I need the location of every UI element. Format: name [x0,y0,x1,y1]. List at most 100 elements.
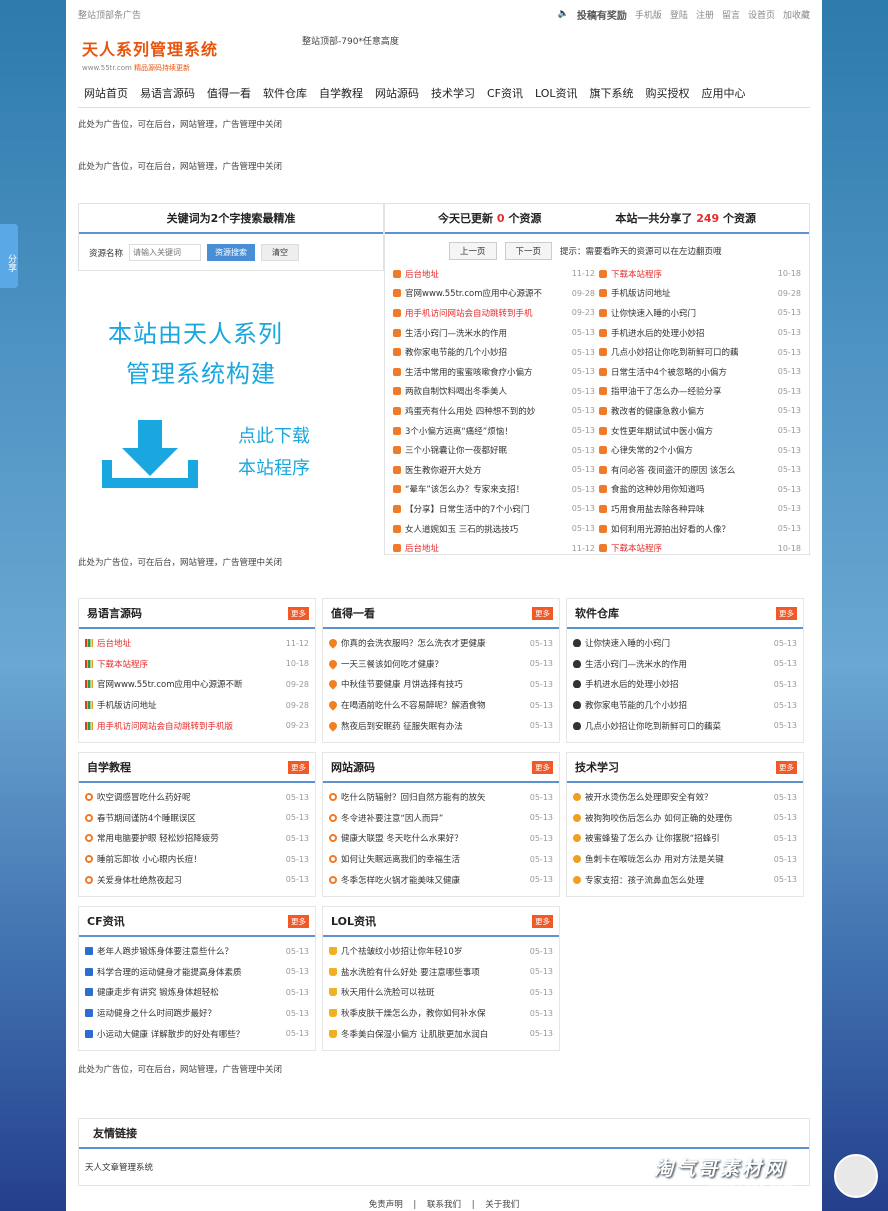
list-item[interactable]: 专家支招：孩子流鼻血怎么处理 05-13 [573,869,797,890]
update-item[interactable]: 女人道婉如玉 三石的挑选技巧 05-13 [393,519,595,539]
update-item[interactable]: 如何利用光源拍出好看的人像？ 05-13 [599,519,801,539]
list-item[interactable]: 手机版访问地址 09-28 [85,695,309,716]
update-item[interactable]: 几点小妙招让你吃到新鲜可口的藕 05-13 [599,342,801,362]
update-item[interactable]: 用手机访问网站会自动跳转到手机 09-23 [393,303,595,323]
update-item[interactable]: 食盐的这种妙用你知道吗 05-13 [599,480,801,500]
list-item[interactable]: 秋天用什么洗脸可以祛斑 05-13 [329,982,553,1003]
list-item[interactable]: 小运动大健康 详解散步的好处有哪些？ 05-13 [85,1023,309,1044]
list-item[interactable]: 被开水烫伤怎么处理即安全有效？ 05-13 [573,787,797,808]
list-item[interactable]: 如何让失眠远离我们的幸福生活 05-13 [329,849,553,870]
list-item[interactable]: 健康大联盟 冬天吃什么水果好？ 05-13 [329,828,553,849]
list-item[interactable]: 手机进水后的处理小妙招 05-13 [573,674,797,695]
more-button[interactable]: 更多 [532,606,553,620]
nav-item-9[interactable]: 旗下系统 [584,85,640,101]
list-item[interactable]: 冬季美白保湿小偏方 让肌肤更加水润白 05-13 [329,1023,553,1044]
list-item[interactable]: 后台地址 11-12 [85,633,309,654]
list-item[interactable]: 被狗狗咬伤后怎么办 如何正确的处理伤 05-13 [573,808,797,829]
update-item[interactable]: 【分享】日常生活中的7个小窍门 05-13 [393,499,595,519]
nav-item-5[interactable]: 网站源码 [369,85,425,101]
list-item[interactable]: 老年人跑步锻炼身体要注意些什么？ 05-13 [85,941,309,962]
nav-item-4[interactable]: 自学教程 [313,85,369,101]
more-button[interactable]: 更多 [288,760,309,774]
list-item[interactable]: 春节期间谨防4个睡眠误区 05-13 [85,808,309,829]
update-item[interactable]: 三个小锦囊让你一夜都好眠 05-13 [393,440,595,460]
more-button[interactable]: 更多 [288,606,309,620]
update-item[interactable]: 女性更年期试试中医小偏方 05-13 [599,421,801,441]
list-item[interactable]: 秋季皮肤干燥怎么办，教你如何补水保 05-13 [329,1003,553,1024]
search-button[interactable]: 资源搜索 [207,244,256,261]
promo-banner[interactable]: 本站由天人系列 管理系统构建 点此下载 本站程序 [78,292,370,502]
footer-contact[interactable]: 联系我们 [427,1200,461,1210]
list-item[interactable]: 生活小窍门—洗米水的作用 05-13 [573,654,797,675]
update-item[interactable]: 教你家电节能的几个小妙招 05-13 [393,342,595,362]
update-item[interactable]: 巧用食用盐去除各种异味 05-13 [599,499,801,519]
top-link-register[interactable]: 注册 [696,8,714,21]
share-tab[interactable]: 分享 [0,224,18,288]
update-item[interactable]: 后台地址 11-12 [393,538,595,558]
update-item[interactable]: 官网www.55tr.com应用中心源源不 09-28 [393,284,595,304]
list-item[interactable]: 一天三餐该如何吃才健康？ 05-13 [329,654,553,675]
clear-button[interactable]: 清空 [261,244,300,261]
update-item[interactable]: 下载本站程序 10-18 [599,538,801,558]
update-item[interactable]: 指甲油干了怎么办—经验分享 05-13 [599,382,801,402]
more-button[interactable]: 更多 [288,914,309,928]
nav-item-3[interactable]: 软件仓库 [257,85,313,101]
nav-item-2[interactable]: 值得一看 [201,85,257,101]
ad-slot-3[interactable]: 此处为广告位，可在后台，网站管理，广告管理中关闭 [66,556,294,568]
ad-slot-1[interactable]: 此处为广告位，可在后台，网站管理，广告管理中关闭 [66,118,822,130]
update-item[interactable]: 手机版访问地址 09-28 [599,284,801,304]
more-button[interactable]: 更多 [776,760,797,774]
list-item[interactable]: 用手机访问网站会自动跳转到手机版 09-23 [85,715,309,736]
list-item[interactable]: 被蜜蜂蛰了怎么办 让你摆脱“招蜂引 05-13 [573,828,797,849]
list-item[interactable]: 鱼刺卡在喉咙怎么办 用对方法是关键 05-13 [573,849,797,870]
nav-item-0[interactable]: 网站首页 [78,85,134,101]
nav-item-7[interactable]: CF资讯 [481,85,529,101]
section-title[interactable]: 网站源码 [331,759,375,775]
list-item[interactable]: 健康走步有讲究 锻炼身体超轻松 05-13 [85,982,309,1003]
more-button[interactable]: 更多 [776,606,797,620]
list-item[interactable]: 在喝酒前吃什么不容易醉呢？解酒食物 05-13 [329,695,553,716]
section-title[interactable]: 软件仓库 [575,605,619,621]
update-item[interactable]: 鸡蛋壳有什么用处 四种想不到的妙 05-13 [393,401,595,421]
section-title[interactable]: CF资讯 [87,913,125,929]
header-ad[interactable]: 整站顶部-790*任意高度 [302,34,399,47]
list-item[interactable]: 吹空调感冒吃什么药好呢 05-13 [85,787,309,808]
ad-slot-2[interactable]: 此处为广告位，可在后台，网站管理，广告管理中关闭 [66,160,822,172]
nav-item-6[interactable]: 技术学习 [425,85,481,101]
logo[interactable]: 天人系列管理系统 www.55tr.com 精品源码持续更新 [82,36,218,73]
update-item[interactable]: 生活小窍门—洗米水的作用 05-13 [393,323,595,343]
list-item[interactable]: 睡前忘卸妆 小心眼内长痘！ 05-13 [85,849,309,870]
section-title[interactable]: 易语言源码 [87,605,142,621]
update-item[interactable]: 教改者的健康急救小偏方 05-13 [599,401,801,421]
update-item[interactable]: 生活中常用的蜜蜜咳嗽食疗小偏方 05-13 [393,362,595,382]
top-ad[interactable]: 整站顶部条广告 [78,8,141,21]
section-title[interactable]: LOL资讯 [331,913,376,929]
update-item[interactable]: 手机进水后的处理小妙招 05-13 [599,323,801,343]
update-item[interactable]: 心律失常的2个小偏方 05-13 [599,440,801,460]
list-item[interactable]: 冬令进补要注意“因人而异” 05-13 [329,808,553,829]
list-item[interactable]: 关爱身体杜绝熬夜起习 05-13 [85,869,309,890]
update-item[interactable]: 有问必答 夜间盗汗的原因 该怎么 05-13 [599,460,801,480]
nav-item-11[interactable]: 应用中心 [696,85,752,101]
list-item[interactable]: 吃什么防辐射？回归自然方能有的放矢 05-13 [329,787,553,808]
contribute-link[interactable]: 投稿有奖励 [577,7,627,22]
list-item[interactable]: 运动健身之什么时间跑步最好？ 05-13 [85,1003,309,1024]
update-item[interactable]: 让你快速入睡的小窍门 05-13 [599,303,801,323]
update-item[interactable]: 医生教你避开大处方 05-13 [393,460,595,480]
section-title[interactable]: 值得一看 [331,605,375,621]
nav-item-1[interactable]: 易语言源码 [134,85,201,101]
nav-item-10[interactable]: 购买授权 [640,85,696,101]
list-item[interactable]: 几点小妙招让你吃到新鲜可口的藕菜 05-13 [573,715,797,736]
more-button[interactable]: 更多 [532,760,553,774]
update-item[interactable]: 下载本站程序 10-18 [599,264,801,284]
list-item[interactable]: 常用电脑要护眼 轻松妙招降疲劳 05-13 [85,828,309,849]
top-link-mobile[interactable]: 手机版 [635,8,662,21]
update-item[interactable]: 两款自制饮料喝出冬季美人 05-13 [393,382,595,402]
top-link-login[interactable]: 登陆 [670,8,688,21]
footer-disclaimer[interactable]: 免责声明 [369,1200,403,1210]
footer-about[interactable]: 关于我们 [485,1200,519,1210]
list-item[interactable]: 盐水洗脸有什么好处 要注意哪些事项 05-13 [329,962,553,983]
list-item[interactable]: 几个祛皱纹小妙招让你年轻10岁 05-13 [329,941,553,962]
next-page-button[interactable]: 下一页 [504,242,553,260]
prev-page-button[interactable]: 上一页 [449,242,497,260]
